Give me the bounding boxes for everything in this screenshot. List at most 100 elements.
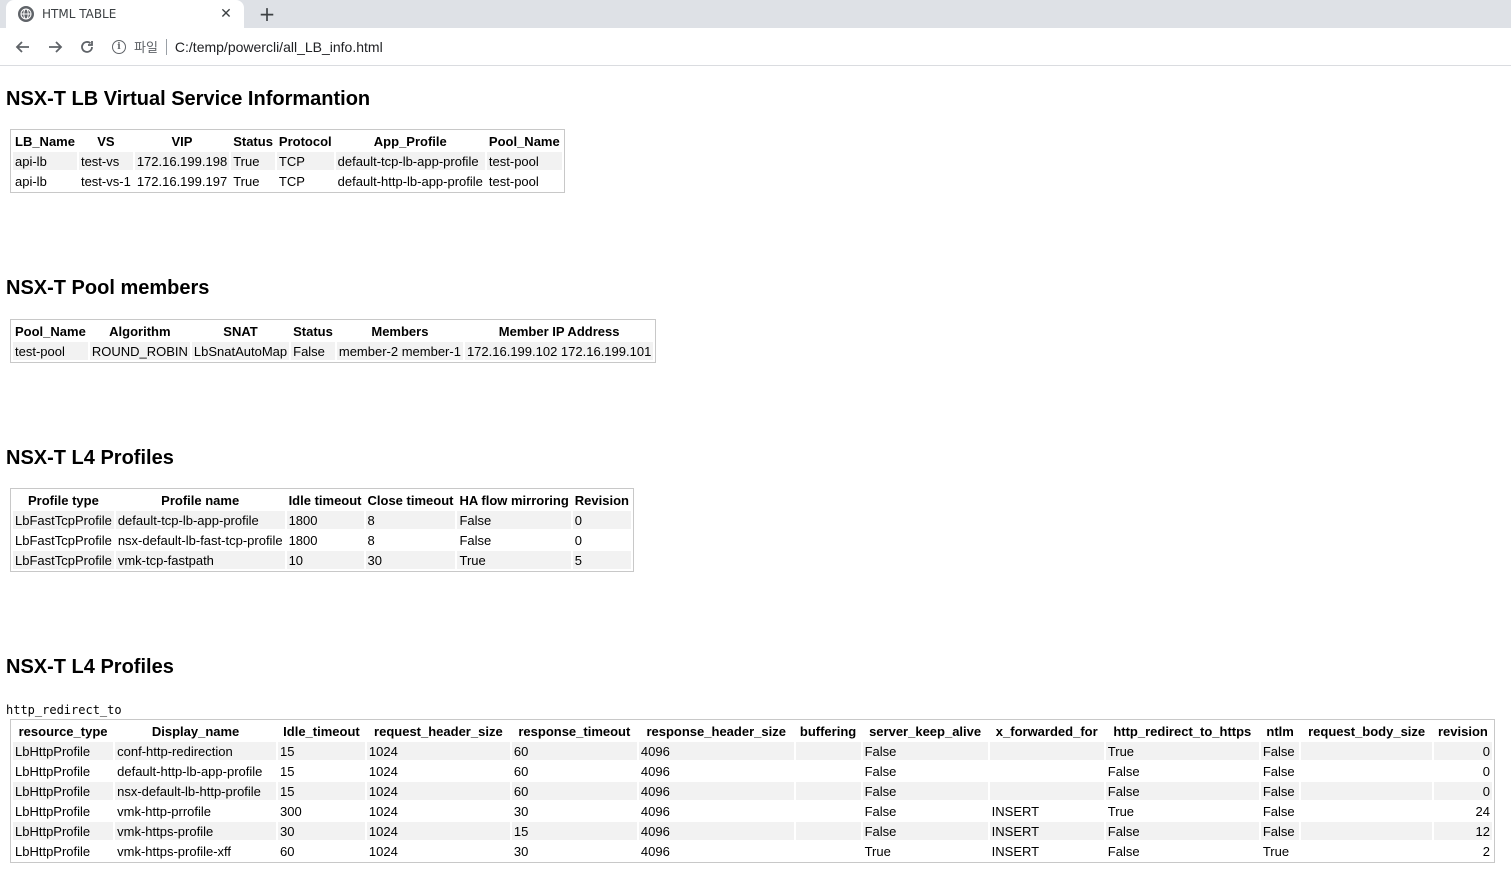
column-header: Profile type xyxy=(28,492,99,508)
table-cell: test-vs-1 xyxy=(80,173,131,189)
table-cell: test-pool xyxy=(13,342,88,360)
column-header: VIP xyxy=(171,133,193,149)
table-cell: api-lb xyxy=(13,152,77,170)
table-cell: default-http-lb-app-profile xyxy=(337,173,483,189)
table-cell: TCP xyxy=(278,173,305,189)
address-bar[interactable]: i 파일 C:/temp/powercli/all_LB_info.html xyxy=(104,32,1503,62)
table-cell: conf-http-redirection xyxy=(115,742,277,760)
table-cell: 1024 xyxy=(368,763,398,779)
table-cell: False xyxy=(1105,782,1259,800)
table-cell xyxy=(1301,822,1432,840)
table-cell: test-vs xyxy=(78,152,133,170)
browser-tab[interactable]: HTML TABLE ✕ xyxy=(6,0,244,28)
column-header: Idle_timeout xyxy=(283,723,360,739)
table-cell: True xyxy=(231,152,275,170)
table-cell: LbSnatAutoMap xyxy=(191,342,290,360)
table-cell: False xyxy=(291,342,335,360)
table-cell: 4096 xyxy=(638,742,794,760)
table-cell xyxy=(989,742,1104,760)
column-header: response_timeout xyxy=(518,723,631,739)
table-row: LbHttpProfile vmk-https-profile 30 1024 15 40… xyxy=(13,822,1492,840)
table-cell: 15 xyxy=(511,822,637,840)
table-cell: False xyxy=(1260,742,1300,760)
table-cell xyxy=(795,742,861,760)
globe-icon xyxy=(18,6,34,22)
table-cell xyxy=(795,782,861,800)
table-cell: LbHttpProfile xyxy=(13,822,114,840)
table-cell: vmk-http-prrofile xyxy=(117,803,212,819)
table-cell xyxy=(796,762,861,780)
table-cell: 24 xyxy=(1475,803,1490,819)
column-header: LB_Name xyxy=(15,133,75,149)
table-cell: 172.16.199.198 xyxy=(134,152,230,170)
table-cell: test-pool xyxy=(488,173,539,189)
table-cell: 60 xyxy=(280,843,295,859)
column-header: Algorithm xyxy=(109,323,171,339)
table-cell: default-tcp-lb-app-profile xyxy=(115,511,285,529)
table-cell: True xyxy=(864,843,891,859)
table-cell: 4096 xyxy=(640,803,670,819)
table-cell: 0 xyxy=(572,511,631,529)
table-cell: LbHttpProfile xyxy=(15,803,91,819)
l4-table: Profile type Profile name Idle timeout Clos… xyxy=(10,488,634,572)
table-cell xyxy=(796,802,861,820)
table-cell: LbFastTcpProfile xyxy=(13,511,114,529)
table-cell: False xyxy=(864,803,897,819)
http-table: resource_type Display_name Idle_timeout req… xyxy=(10,719,1495,863)
table-cell: 4096 xyxy=(638,782,794,800)
globe-icon-svg xyxy=(20,8,32,20)
column-header: x_forwarded_for xyxy=(995,723,1098,739)
table-header-row: Profile type Profile name Idle timeout Clos… xyxy=(13,491,631,509)
forward-arrow-icon[interactable] xyxy=(40,32,70,62)
table-cell: 0 xyxy=(1433,782,1492,800)
table-header-row: LB_Name VS VIP Status Protocol App_Profile Poo… xyxy=(13,132,562,150)
table-cell: True xyxy=(1105,742,1259,760)
table-cell: api-lb xyxy=(15,173,47,189)
back-arrow-svg xyxy=(15,40,29,53)
tab-strip: HTML TABLE ✕ + xyxy=(0,0,1511,28)
table-cell: True xyxy=(1107,803,1135,819)
http-section-title: NSX-T L4 Profiles xyxy=(6,656,174,678)
url-text[interactable]: C:/temp/powercli/all_LB_info.html xyxy=(175,39,383,55)
table-cell: test-pool xyxy=(486,152,562,170)
reload-icon[interactable] xyxy=(72,32,102,62)
vs-section-title: NSX-T LB Virtual Service Informantion xyxy=(6,88,371,110)
table-cell xyxy=(1301,842,1431,860)
table-row: LbHttpProfile conf-http-redirection 15 1024… xyxy=(13,742,1492,760)
info-icon[interactable]: i xyxy=(112,39,126,54)
column-header: Pool_Name xyxy=(488,133,560,149)
table-cell: False xyxy=(862,782,988,800)
table-cell xyxy=(1301,802,1431,820)
back-arrow-icon[interactable] xyxy=(8,32,38,62)
browser-toolbar: i 파일 C:/temp/powercli/all_LB_info.html xyxy=(0,28,1511,66)
table-row: LbFastTcpProfile default-tcp-lb-app-profi… xyxy=(13,511,631,529)
column-header: Members xyxy=(371,323,429,339)
table-cell: INSERT xyxy=(991,803,1040,819)
table-cell: 0 xyxy=(1482,763,1490,779)
pool-section-title: NSX-T Pool members xyxy=(6,277,210,299)
new-tab-icon[interactable]: + xyxy=(256,2,278,26)
column-header: ntlm xyxy=(1266,723,1294,739)
column-header: VS xyxy=(97,133,115,149)
column-header: buffering xyxy=(799,723,857,739)
table-cell: vmk-tcp-fastpath xyxy=(115,551,285,569)
table-cell: default-http-lb-app-profile xyxy=(117,763,263,779)
table-cell: 4096 xyxy=(638,822,794,840)
table-cell: 0 xyxy=(1433,742,1492,760)
column-header: resource_type xyxy=(18,723,108,739)
table-row: api-lb test-vs-1 172.16.199.197 True TCP defa… xyxy=(13,172,562,190)
table-cell: False xyxy=(1260,782,1300,800)
table-cell: 1024 xyxy=(368,843,398,859)
table-row: LbFastTcpProfile nsx-default-lb-fast-tcp-… xyxy=(13,531,631,549)
table-cell: 4096 xyxy=(640,843,670,859)
table-cell: 4096 xyxy=(640,763,670,779)
close-tab-icon[interactable]: ✕ xyxy=(218,6,234,22)
table-cell: ROUND_ROBIN xyxy=(89,342,190,360)
table-cell: 0 xyxy=(574,532,583,548)
column-header: Member IP Address xyxy=(498,323,620,339)
table-cell: nsx-default-lb-fast-tcp-profile xyxy=(117,532,283,548)
table-cell xyxy=(1301,762,1431,780)
table-cell: 300 xyxy=(280,803,302,819)
table-cell: False xyxy=(1107,763,1140,779)
table-cell: LbHttpProfile xyxy=(13,782,114,800)
